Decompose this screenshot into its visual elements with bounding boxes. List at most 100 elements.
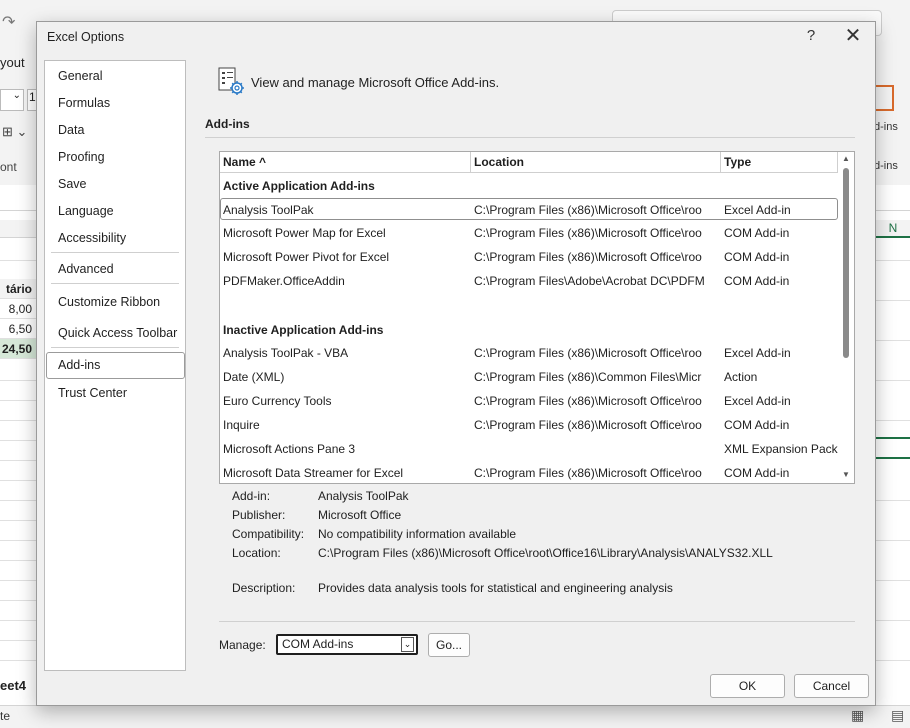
grid-line bbox=[0, 460, 36, 461]
table-row[interactable]: Microsoft Actions Pane 3 XML Expansion P… bbox=[220, 438, 838, 460]
column-header-type[interactable]: Type bbox=[721, 152, 838, 173]
nav-item-customize-ribbon[interactable]: Customize Ribbon bbox=[46, 290, 184, 314]
excel-options-dialog: Excel Options ? ✕ General Formulas Data … bbox=[36, 21, 876, 706]
cell-type: COM Add-in bbox=[724, 466, 790, 480]
detail-addin-label: Add-in: bbox=[232, 489, 271, 503]
sheet-tab[interactable]: eet4 bbox=[0, 678, 26, 693]
nav-item-trust-center[interactable]: Trust Center bbox=[46, 381, 184, 405]
chevron-down-icon: ⌄ bbox=[12, 90, 21, 101]
grid-line bbox=[876, 660, 910, 661]
options-nav: General Formulas Data Proofing Save Lang… bbox=[44, 60, 186, 671]
detail-publisher-value: Microsoft Office bbox=[318, 508, 402, 522]
page-heading: View and manage Microsoft Office Add-ins… bbox=[251, 75, 500, 90]
cell[interactable]: 6,50 bbox=[0, 319, 36, 339]
redo-icon[interactable]: ↷ bbox=[2, 12, 15, 32]
group-header-active: Active Application Add-ins bbox=[223, 179, 375, 193]
nav-separator bbox=[51, 252, 179, 253]
nav-item-proofing[interactable]: Proofing bbox=[46, 145, 184, 169]
cell-name: Date (XML) bbox=[223, 370, 285, 384]
detail-location-label: Location: bbox=[232, 546, 281, 560]
table-row[interactable]: Microsoft Power Map for Excel C:\Program… bbox=[220, 222, 838, 244]
detail-compatibility-label: Compatibility: bbox=[232, 527, 305, 541]
list-scrollbar[interactable]: ▲ ▼ bbox=[838, 152, 854, 483]
nav-item-add-ins[interactable]: Add-ins bbox=[46, 352, 185, 379]
scroll-thumb[interactable] bbox=[843, 168, 849, 358]
chevron-down-icon[interactable]: ⌄ bbox=[401, 637, 414, 652]
status-bar bbox=[0, 705, 910, 728]
cell-type: XML Expansion Pack bbox=[724, 442, 838, 456]
column-header-location[interactable]: Location bbox=[471, 152, 721, 173]
cell-location: C:\Program Files\Adobe\Acrobat DC\PDFM bbox=[474, 274, 705, 288]
cell[interactable]: 8,00 bbox=[0, 299, 36, 319]
cell-location: C:\Program Files (x86)\Microsoft Office\… bbox=[474, 466, 702, 480]
grid-line bbox=[876, 420, 910, 421]
group-header-inactive: Inactive Application Add-ins bbox=[223, 323, 384, 337]
font-size-box[interactable]: ⌄ bbox=[0, 89, 24, 111]
cell-location: C:\Program Files (x86)\Microsoft Office\… bbox=[474, 226, 702, 240]
table-row[interactable]: Analysis ToolPak C:\Program Files (x86)\… bbox=[220, 198, 838, 220]
scroll-up-icon[interactable]: ▲ bbox=[842, 154, 850, 163]
grid-line bbox=[0, 600, 36, 601]
column-header-n[interactable]: N bbox=[876, 221, 910, 238]
borders-icon[interactable]: ⊞ ⌄ bbox=[2, 124, 27, 140]
ok-button[interactable]: OK bbox=[710, 674, 785, 698]
grid-line bbox=[876, 380, 910, 381]
go-button[interactable]: Go... bbox=[428, 633, 470, 657]
close-button[interactable]: ✕ bbox=[841, 24, 865, 48]
table-row[interactable]: Inquire C:\Program Files (x86)\Microsoft… bbox=[220, 414, 838, 436]
table-row[interactable]: Analysis ToolPak - VBA C:\Program Files … bbox=[220, 342, 838, 364]
manage-label: Manage: bbox=[219, 638, 266, 652]
nav-item-advanced[interactable]: Advanced bbox=[46, 257, 184, 281]
cell-location: C:\Program Files (x86)\Common Files\Micr bbox=[474, 370, 702, 384]
cell-name: Euro Currency Tools bbox=[223, 394, 332, 408]
table-row[interactable]: Date (XML) C:\Program Files (x86)\Common… bbox=[220, 366, 838, 388]
scroll-down-icon[interactable]: ▼ bbox=[842, 470, 850, 479]
cell-type: COM Add-in bbox=[724, 274, 790, 288]
ribbon-tab-layout[interactable]: yout bbox=[0, 55, 25, 70]
column-header-name[interactable]: Name ^ bbox=[220, 152, 471, 173]
table-row[interactable]: Euro Currency Tools C:\Program Files (x8… bbox=[220, 390, 838, 412]
table-row[interactable]: PDFMaker.OfficeAddin C:\Program Files\Ad… bbox=[220, 270, 838, 292]
section-divider bbox=[205, 137, 855, 138]
nav-item-language[interactable]: Language bbox=[46, 199, 184, 223]
cell-location: C:\Program Files (x86)\Microsoft Office\… bbox=[474, 250, 702, 264]
cell[interactable]: 24,50 bbox=[0, 339, 36, 359]
detail-publisher-label: Publisher: bbox=[232, 508, 286, 522]
nav-item-general[interactable]: General bbox=[46, 64, 184, 88]
grid-line bbox=[0, 380, 36, 381]
nav-item-quick-access-toolbar[interactable]: Quick Access Toolbar bbox=[46, 321, 184, 345]
cell-name: Microsoft Data Streamer for Excel bbox=[223, 466, 404, 480]
addins-ribbon-icon[interactable] bbox=[874, 85, 894, 111]
grid-line bbox=[876, 620, 910, 621]
page-layout-icon[interactable]: ▤ bbox=[891, 707, 904, 724]
grid-line bbox=[0, 660, 36, 661]
addins-ribbon-label: d-ins bbox=[874, 121, 898, 133]
detail-addin-value: Analysis ToolPak bbox=[318, 489, 409, 503]
addins-list[interactable]: Name ^ Location Type Active Application … bbox=[219, 151, 855, 484]
grid-line bbox=[876, 540, 910, 541]
nav-item-save[interactable]: Save bbox=[46, 172, 184, 196]
cancel-button[interactable]: Cancel bbox=[794, 674, 869, 698]
grid-line bbox=[0, 560, 36, 561]
table-row[interactable]: Microsoft Power Pivot for Excel C:\Progr… bbox=[220, 246, 838, 268]
cell-name: Microsoft Power Map for Excel bbox=[223, 226, 386, 240]
section-label: Add-ins bbox=[205, 117, 250, 131]
nav-item-accessibility[interactable]: Accessibility bbox=[46, 226, 184, 250]
cell-name: PDFMaker.OfficeAddin bbox=[223, 274, 345, 288]
manage-divider bbox=[219, 621, 855, 622]
nav-item-formulas[interactable]: Formulas bbox=[46, 91, 184, 115]
detail-description-value: Provides data analysis tools for statist… bbox=[318, 581, 673, 595]
nav-item-data[interactable]: Data bbox=[46, 118, 184, 142]
cell[interactable]: tário bbox=[0, 279, 36, 299]
grid-line bbox=[876, 580, 910, 581]
grid-line bbox=[0, 420, 36, 421]
help-button[interactable]: ? bbox=[801, 27, 821, 47]
manage-dropdown[interactable]: COM Add-ins ⌄ bbox=[276, 634, 418, 655]
cell-type: Action bbox=[724, 370, 758, 384]
cell-location: C:\Program Files (x86)\Microsoft Office\… bbox=[474, 203, 702, 217]
table-row[interactable]: Microsoft Data Streamer for Excel C:\Pro… bbox=[220, 462, 838, 483]
normal-view-icon[interactable]: ▦ bbox=[851, 707, 864, 724]
grid-line bbox=[876, 340, 910, 341]
cell-name: Microsoft Actions Pane 3 bbox=[223, 442, 356, 456]
cell-type: Excel Add-in bbox=[724, 203, 791, 217]
